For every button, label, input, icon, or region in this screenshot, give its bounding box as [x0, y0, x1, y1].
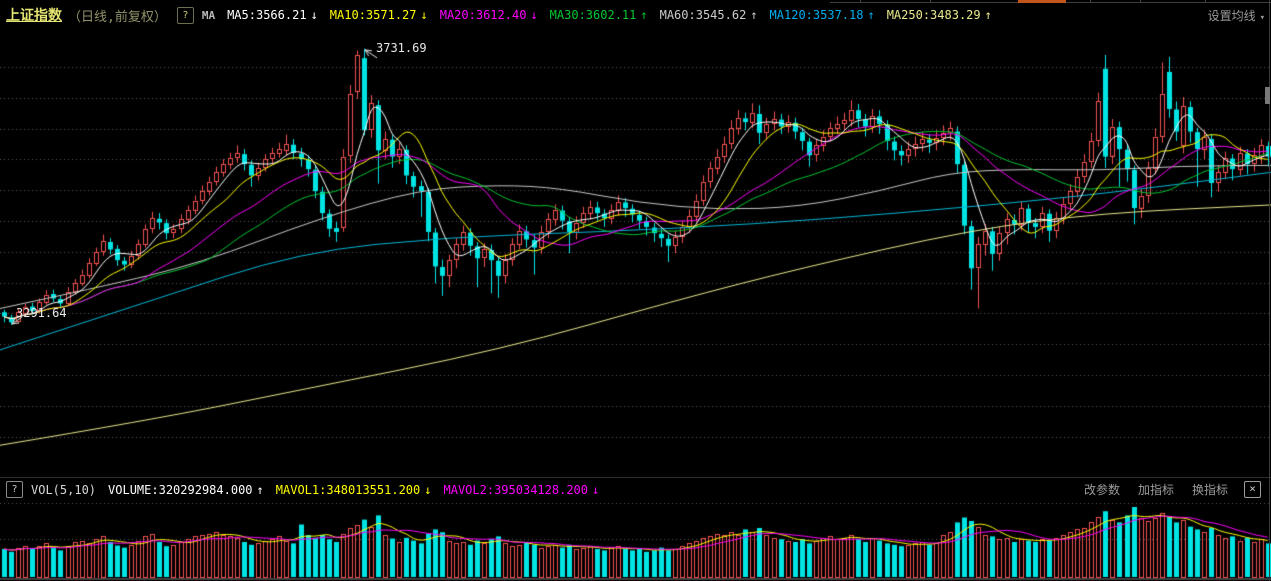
volume-toolbar-link[interactable]: 加指标 [1138, 481, 1174, 498]
ma-indicator: MA120:3537.18↑ [770, 8, 875, 22]
scrollbar-thumb[interactable] [1265, 87, 1270, 104]
volume-toolbar: 改参数 加指标 换指标 [1066, 481, 1228, 498]
ma-settings-label: 设置均线 [1208, 9, 1256, 23]
arrow-down-icon: ↓ [424, 483, 431, 497]
ma-indicator: MA5:3566.21↓ [227, 8, 318, 22]
ma-indicator: MA30:3602.11↑ [550, 8, 648, 22]
high-price-marker: 3731.69 [376, 42, 427, 54]
index-title: 上证指数 [6, 5, 62, 25]
arrow-up-icon: ↑ [257, 483, 264, 497]
arrow-down-icon: ↓ [311, 8, 318, 22]
ma-settings-button[interactable]: 设置均线 ▾ [1208, 7, 1265, 24]
vol-indicator: VOLUME:320292984.000↑ [108, 483, 264, 497]
price-chart-canvas[interactable] [0, 28, 1271, 477]
chart-mode-label: （日线,前复权） [68, 6, 167, 25]
vol-indicator-label: VOL(5,10) [31, 483, 96, 497]
low-price-label: 3291.64 [16, 306, 67, 320]
arrow-down-icon: ↓ [592, 483, 599, 497]
volume-chart-canvas[interactable] [0, 501, 1271, 581]
caret-down-icon: ▾ [1260, 13, 1265, 23]
high-price-label: 3731.69 [376, 41, 427, 55]
volume-toolbar-link[interactable]: 改参数 [1084, 481, 1120, 498]
arrow-up-icon: ↑ [985, 8, 992, 22]
arrow-up-icon: ↑ [640, 8, 647, 22]
ma-indicator-list: MA5:3566.21↓ MA10:3571.27↓ MA20:3612.40↓ MA… [215, 8, 992, 22]
volume-header: ? VOL(5,10) VOLUME:320292984.000↑ MAVOL1:… [0, 477, 1271, 501]
ma-indicator: MA10:3571.27↓ [330, 8, 428, 22]
ma-indicator: MA250:3483.29↑ [887, 8, 992, 22]
arrow-down-icon: ↓ [530, 8, 537, 22]
arrow-up-icon: ↑ [750, 8, 757, 22]
volume-toolbar-link[interactable]: 换指标 [1192, 481, 1228, 498]
arrow-down-icon: ↓ [421, 8, 428, 22]
vol-indicator: MAVOL1:348013551.200↓ [276, 483, 432, 497]
help-icon[interactable]: ? [6, 481, 23, 498]
ma-group-label: MA [202, 9, 215, 22]
vol-indicator: MAVOL2:395034128.200↓ [444, 483, 600, 497]
help-icon[interactable]: ? [177, 7, 194, 24]
ma-indicator: MA20:3612.40↓ [440, 8, 538, 22]
chart-header: 上证指数 （日线,前复权） ? MA MA5:3566.21↓ MA10:3571… [0, 3, 1271, 27]
arrow-up-icon: ↑ [867, 8, 874, 22]
low-price-marker: 3291.64 [16, 307, 67, 319]
ma-indicator: MA60:3545.62↑ [660, 8, 758, 22]
close-icon[interactable]: × [1244, 481, 1261, 498]
vol-indicator-list: VOLUME:320292984.000↑ MAVOL1:348013551.20… [96, 483, 599, 497]
